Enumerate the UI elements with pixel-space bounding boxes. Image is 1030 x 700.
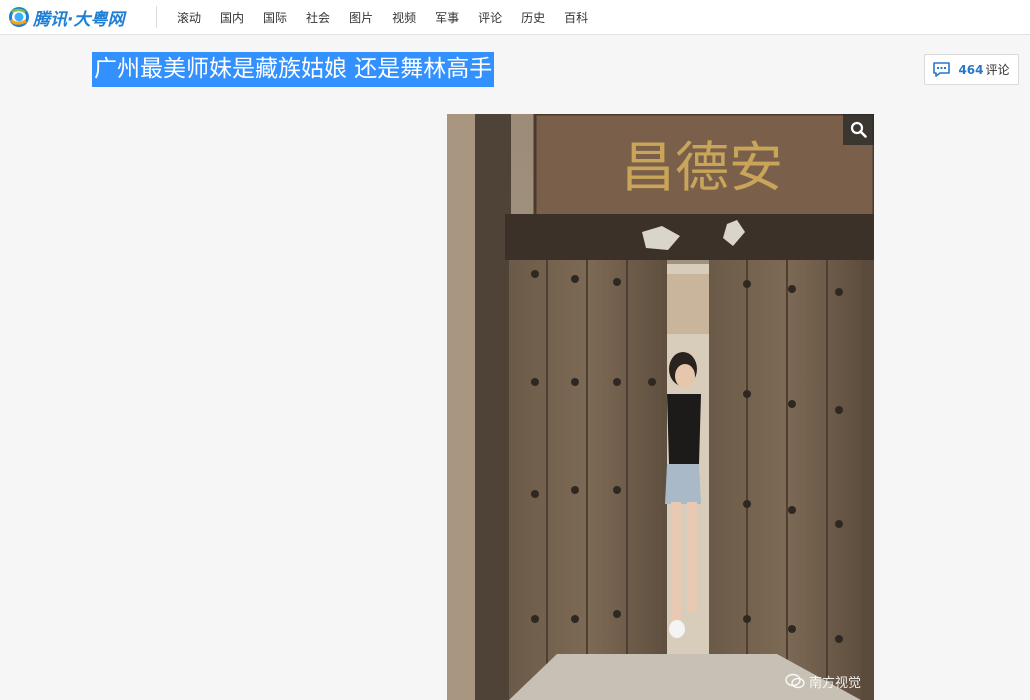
top-navigation-bar: 腾讯·大粤网 滚动 国内 国际 社会 图片 视频 军事 评论 历史 百科 <box>0 0 1030 35</box>
nav-item-commentary[interactable]: 评论 <box>478 9 502 26</box>
comment-label: 评论 <box>985 63 1010 77</box>
nav-item-society[interactable]: 社会 <box>306 9 330 26</box>
comment-count: 464 <box>958 62 984 77</box>
watermark-text: 南方视觉 <box>809 675 862 691</box>
nav-item-pictures[interactable]: 图片 <box>349 9 373 26</box>
wechat-icon <box>785 673 805 689</box>
signboard-text: 昌德安 <box>621 136 783 199</box>
photo-watermark: 南方视觉 <box>785 671 861 691</box>
article-title: 广州最美师妹是藏族姑娘 还是舞林高手 <box>92 52 495 87</box>
article-photo[interactable]: 昌德安 <box>447 114 874 700</box>
zoom-button[interactable] <box>843 114 874 145</box>
comment-count-button[interactable]: 464 评论 <box>924 54 1019 85</box>
nav-item-international[interactable]: 国际 <box>263 9 287 26</box>
photo-door-scene: 昌德安 <box>447 114 874 700</box>
nav-item-scroll[interactable]: 滚动 <box>177 9 201 26</box>
tencent-logo-icon <box>9 7 29 27</box>
site-logo[interactable]: 腾讯·大粤网 <box>8 4 124 30</box>
nav-item-domestic[interactable]: 国内 <box>220 9 244 26</box>
nav-item-military[interactable]: 军事 <box>435 9 459 26</box>
magnifier-icon <box>850 121 867 138</box>
nav-item-history[interactable]: 历史 <box>521 9 545 26</box>
nav-divider <box>156 6 157 28</box>
site-logo-text: 腾讯·大粤网 <box>33 9 125 30</box>
comment-bubble-icon <box>933 62 951 77</box>
nav-item-video[interactable]: 视频 <box>392 9 416 26</box>
nav-item-encyclopedia[interactable]: 百科 <box>564 9 588 26</box>
channel-nav: 滚动 国内 国际 社会 图片 视频 军事 评论 历史 百科 <box>177 0 607 34</box>
